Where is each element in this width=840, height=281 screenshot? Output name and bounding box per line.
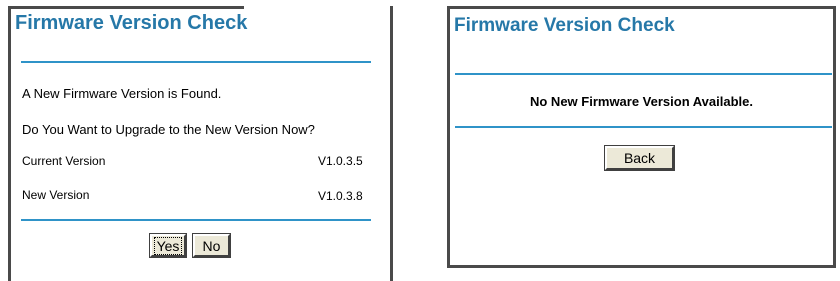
divider — [21, 61, 371, 63]
no-update-message: No New Firmware Version Available. — [529, 94, 753, 109]
found-message: A New Firmware Version is Found. — [22, 86, 222, 101]
page-title: Firmware Version Check — [454, 15, 675, 36]
firmware-check-panel-no-update: Firmware Version Check No New Firmware V… — [447, 6, 836, 268]
new-version-label: New Version — [22, 188, 90, 202]
yes-button[interactable]: Yes — [149, 233, 187, 258]
no-button[interactable]: No — [192, 233, 231, 258]
divider — [455, 126, 832, 128]
current-version-value: V1.0.3.5 — [318, 154, 363, 168]
new-version-value: V1.0.3.8 — [318, 189, 363, 203]
back-button[interactable]: Back — [604, 145, 675, 171]
back-button-label: Back — [623, 150, 656, 166]
yes-button-label: Yes — [153, 236, 183, 255]
page-title: Firmware Version Check — [15, 12, 248, 34]
firmware-check-panel-update-found: Firmware Version Check A New Firmware Ve… — [8, 6, 393, 281]
upgrade-question: Do You Want to Upgrade to the New Versio… — [22, 122, 315, 137]
current-version-label: Current Version — [22, 154, 106, 168]
divider — [455, 73, 832, 75]
no-button-label: No — [202, 237, 221, 254]
divider — [21, 219, 371, 221]
